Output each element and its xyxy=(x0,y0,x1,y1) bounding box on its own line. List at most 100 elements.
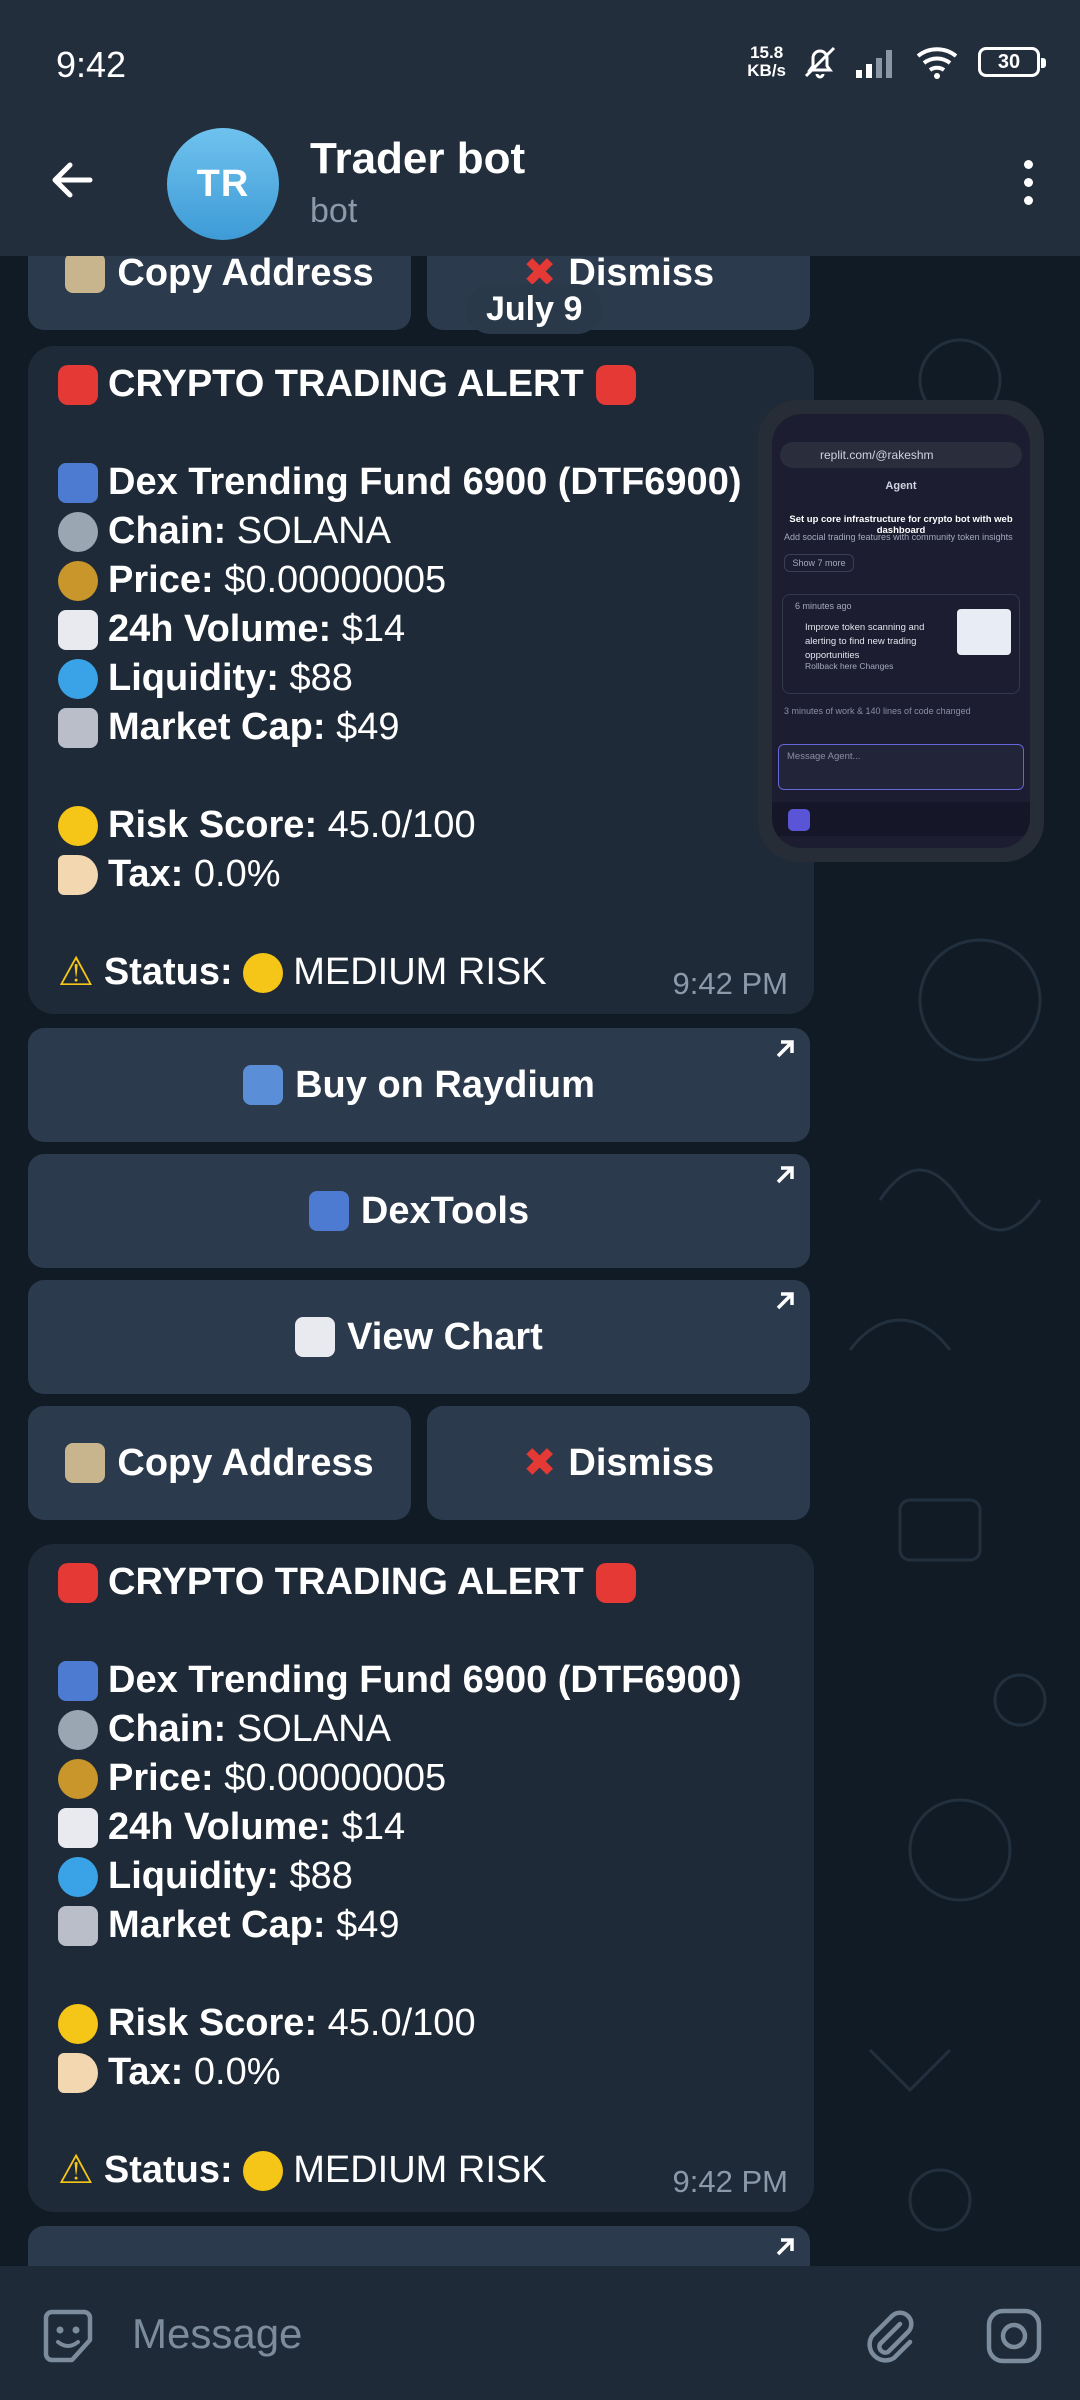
alert-message[interactable]: CRYPTO TRADING ALERT Dex Trending Fund 6… xyxy=(28,346,814,1014)
more-menu-button[interactable] xyxy=(1000,150,1056,214)
volume-value: $14 xyxy=(341,1806,406,1848)
bar-chart-icon xyxy=(308,1191,349,1231)
price-label: Price: xyxy=(108,559,214,601)
alert-title-line: CRYPTO TRADING ALERT xyxy=(58,360,794,409)
siren-icon xyxy=(58,364,98,405)
message-time: 9:42 PM xyxy=(672,966,788,1001)
date-divider: July 9 xyxy=(466,284,603,334)
clipboard-icon xyxy=(65,256,106,293)
camera-button[interactable] xyxy=(980,2302,1048,2370)
buy-on-raydium-button[interactable]: Buy on Raydium xyxy=(28,1028,810,1142)
tax-value: 0.0% xyxy=(193,2051,281,2093)
alert-message[interactable]: CRYPTO TRADING ALERT Dex Trending Fund 6… xyxy=(28,1544,814,2212)
emoji-button[interactable] xyxy=(34,2302,102,2370)
risk-score-label: Risk Score: xyxy=(108,804,318,846)
market-cap-label: Market Cap: xyxy=(108,1904,326,1946)
chain-label: Chain: xyxy=(108,1708,227,1750)
chain-value: SOLANA xyxy=(236,510,391,552)
volume-value: $14 xyxy=(341,608,406,650)
view-chart-label: View Chart xyxy=(347,1315,543,1358)
pip-input-placeholder: Message Agent... xyxy=(787,751,861,762)
copy-address-button[interactable]: Copy Address xyxy=(28,256,411,330)
view-chart-button[interactable]: View Chart xyxy=(28,1280,810,1394)
trend-up-icon xyxy=(295,1317,336,1357)
back-button[interactable] xyxy=(40,148,104,212)
market-cap-value: $49 xyxy=(336,706,400,748)
tax-label: Tax: xyxy=(108,853,184,895)
dextools-button[interactable]: DexTools xyxy=(28,1154,810,1268)
pip-thumbnail xyxy=(957,609,1011,655)
trend-up-icon xyxy=(58,609,98,650)
link-icon xyxy=(58,1709,98,1750)
refresh-icon xyxy=(243,1065,284,1105)
risk-score-label: Risk Score: xyxy=(108,2002,318,2044)
volume-label: 24h Volume: xyxy=(108,608,332,650)
yellow-circle-icon xyxy=(243,952,284,993)
tag-icon xyxy=(58,2052,98,2093)
risk-score-value: 45.0/100 xyxy=(327,804,476,846)
dismiss-button[interactable]: ✖ Dismiss xyxy=(427,1406,810,1520)
price-value: $0.00000005 xyxy=(224,1757,447,1799)
battery-indicator: 30 xyxy=(978,47,1046,77)
volume-label: 24h Volume: xyxy=(108,1806,332,1848)
risk-score-value: 45.0/100 xyxy=(327,2002,476,2044)
chat-subtitle: bot xyxy=(310,192,358,230)
alert-text: CRYPTO TRADING ALERT Dex Trending Fund 6… xyxy=(58,360,794,997)
pip-subline: Add social trading features with communi… xyxy=(784,532,1013,542)
bank-icon xyxy=(58,707,98,748)
droplet-icon xyxy=(58,658,98,699)
bar-chart-icon xyxy=(58,462,98,503)
dismiss-label: Dismiss xyxy=(568,1441,715,1484)
link-icon xyxy=(58,511,98,552)
market-cap-label: Market Cap: xyxy=(108,706,326,748)
pip-card-text: Improve token scanning and alerting to f… xyxy=(805,622,925,661)
message-composer: Message xyxy=(0,2266,1080,2400)
liquidity-value: $88 xyxy=(289,657,353,699)
status-value: MEDIUM RISK xyxy=(293,2149,547,2191)
money-bag-icon xyxy=(58,1758,98,1799)
droplet-icon xyxy=(58,1856,98,1897)
chat-title[interactable]: Trader bot xyxy=(310,134,525,184)
app-header: 9:42 15.8 KB/s 30 TR Trader bot bot xyxy=(0,0,1080,256)
pip-screen: replit.com/@rakeshm Agent Set up core in… xyxy=(772,414,1030,848)
yellow-circle-icon xyxy=(243,2150,284,2191)
network-speed: 15.8 KB/s xyxy=(747,44,786,80)
siren-icon xyxy=(595,364,636,405)
status-time: 9:42 xyxy=(56,44,127,85)
buy-on-raydium-button[interactable] xyxy=(28,2226,810,2266)
yellow-circle-icon xyxy=(58,2003,98,2044)
mute-bell-icon xyxy=(804,46,836,79)
external-link-icon xyxy=(776,1040,794,1058)
liquidity-label: Liquidity: xyxy=(108,1855,279,1897)
wifi-icon xyxy=(916,47,958,79)
camera-icon xyxy=(986,2308,1042,2364)
pip-agent-label: Agent xyxy=(885,480,917,492)
liquidity-value: $88 xyxy=(289,1855,353,1897)
cross-icon: ✖ xyxy=(522,1441,557,1485)
dextools-label: DexTools xyxy=(360,1189,530,1232)
external-link-icon xyxy=(776,1166,794,1184)
signal-icon xyxy=(856,50,892,78)
picture-in-picture-window[interactable]: replit.com/@rakeshm Agent Set up core in… xyxy=(758,400,1044,862)
clipboard-icon xyxy=(65,1443,106,1483)
copy-address-label: Copy Address xyxy=(117,1441,374,1484)
sticker-smile-icon xyxy=(43,2309,93,2363)
pip-url-bar: replit.com/@rakeshm xyxy=(780,442,1022,468)
trend-up-icon xyxy=(58,1807,98,1848)
network-speed-value: 15.8 xyxy=(750,43,784,62)
copy-address-button[interactable]: Copy Address xyxy=(28,1406,411,1520)
alert-title: CRYPTO TRADING ALERT xyxy=(108,1561,584,1603)
tax-label: Tax: xyxy=(108,2051,184,2093)
tax-value: 0.0% xyxy=(193,853,281,895)
money-bag-icon xyxy=(58,560,98,601)
siren-icon xyxy=(595,1562,636,1603)
warning-icon: ⚠ xyxy=(58,950,94,994)
attach-button[interactable] xyxy=(856,2302,924,2370)
paperclip-icon xyxy=(867,2310,914,2363)
token-name: Dex Trending Fund 6900 (DTF6900) xyxy=(108,461,742,503)
avatar[interactable]: TR xyxy=(167,128,279,240)
status-icons: 15.8 KB/s 30 xyxy=(747,42,1046,82)
message-input[interactable]: Message xyxy=(132,2310,302,2358)
status-value: MEDIUM RISK xyxy=(293,951,547,993)
yellow-circle-icon xyxy=(58,805,98,846)
